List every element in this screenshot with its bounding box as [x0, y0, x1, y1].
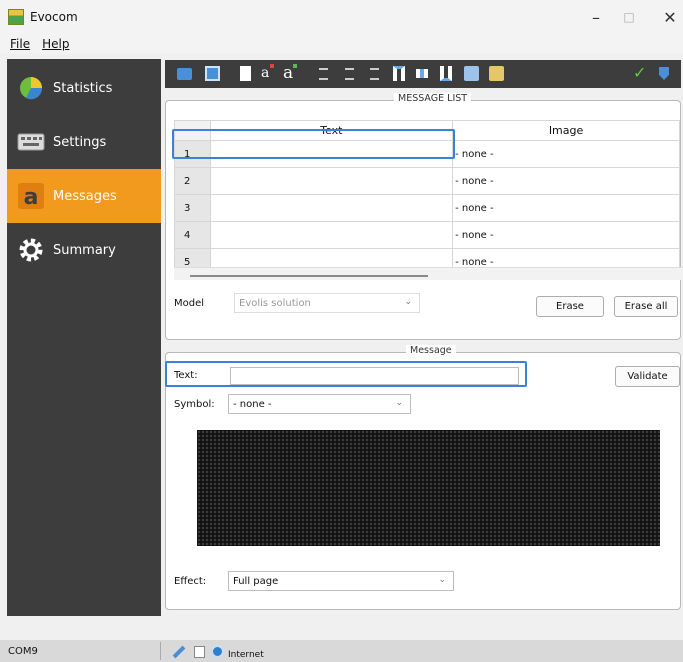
- sidebar-item-statistics[interactable]: Statistics: [7, 61, 161, 115]
- window-title: Evocom: [30, 10, 78, 24]
- sidebar-item-label: Summary: [53, 242, 116, 258]
- symbol-select-value: - none -: [233, 398, 272, 410]
- valign-bottom-icon[interactable]: [440, 66, 452, 81]
- pen-icon: [172, 645, 186, 658]
- row-text-cell[interactable]: [209, 167, 454, 195]
- font-increase-marker: [293, 64, 297, 68]
- message-list-legend: MESSAGE LIST: [394, 93, 472, 104]
- row-number: 3: [174, 194, 211, 222]
- effect-select[interactable]: Full page ⌄: [228, 571, 454, 591]
- effect-select-value: Full page: [233, 575, 279, 587]
- document-icon: [194, 645, 205, 658]
- toolbar: a a ✓: [165, 60, 681, 88]
- message-legend: Message: [406, 345, 456, 356]
- menu-file[interactable]: File: [10, 37, 30, 51]
- align-left-icon[interactable]: [319, 68, 328, 80]
- close-button[interactable]: ✕: [650, 0, 683, 34]
- table-row[interactable]: 4 - none -: [174, 221, 680, 249]
- sidebar-item-label: Statistics: [53, 80, 113, 96]
- valign-top-icon[interactable]: [393, 66, 405, 81]
- chevron-down-icon: ⌄: [404, 297, 412, 307]
- font-decrease-marker: [270, 64, 274, 68]
- status-separator: [160, 642, 161, 660]
- symbol-label: Symbol:: [174, 399, 215, 410]
- led-display-preview: [197, 430, 660, 546]
- font-large-icon[interactable]: a: [283, 63, 293, 83]
- symbol-select[interactable]: - none - ⌄: [228, 394, 411, 414]
- text-input-highlight: [165, 361, 527, 387]
- save-icon[interactable]: [205, 66, 220, 81]
- gear-icon: [17, 237, 45, 263]
- table-row[interactable]: 2 - none -: [174, 167, 680, 195]
- row-number: 4: [174, 221, 211, 249]
- erase-all-button[interactable]: Erase all: [614, 296, 678, 317]
- sidebar-item-label: Settings: [53, 134, 107, 150]
- open-folder-icon[interactable]: [177, 68, 192, 80]
- maximize-button[interactable]: □: [609, 0, 649, 34]
- status-bar: COM9 Internet: [0, 640, 683, 662]
- title-bar: Evocom – □ ✕: [0, 0, 683, 34]
- row-image-cell[interactable]: - none -: [452, 221, 680, 249]
- globe-icon: [211, 645, 224, 658]
- svg-text:a: a: [24, 185, 39, 209]
- image-add-icon[interactable]: [464, 66, 479, 81]
- validate-button[interactable]: Validate: [615, 366, 680, 387]
- menu-bar: File Help: [0, 34, 683, 54]
- row-image-cell[interactable]: - none -: [452, 140, 680, 168]
- app-logo-icon: [8, 9, 24, 25]
- download-icon[interactable]: [659, 67, 669, 80]
- image-edit-icon[interactable]: [489, 66, 504, 81]
- row-image-cell[interactable]: - none -: [452, 194, 680, 222]
- font-small-icon[interactable]: a: [261, 63, 269, 83]
- letter-a-icon: a: [17, 183, 45, 209]
- page-icon[interactable]: [240, 66, 251, 81]
- internet-status: Internet: [228, 649, 264, 660]
- valign-middle-icon[interactable]: [416, 69, 428, 78]
- keyboard-icon: [17, 129, 45, 155]
- selected-row-highlight: [172, 129, 455, 159]
- chevron-down-icon: ⌄: [395, 398, 403, 408]
- model-select-value: Evolis solution: [239, 297, 311, 309]
- status-icons: Internet: [172, 645, 264, 660]
- row-text-cell[interactable]: [209, 221, 454, 249]
- sidebar-item-label: Messages: [53, 188, 117, 204]
- menu-help[interactable]: Help: [42, 37, 69, 51]
- check-icon[interactable]: ✓: [633, 63, 646, 83]
- effect-label: Effect:: [174, 576, 207, 587]
- port-status: COM9: [8, 645, 38, 657]
- row-number: 2: [174, 167, 211, 195]
- horizontal-scrollbar-track[interactable]: [174, 267, 683, 280]
- erase-button[interactable]: Erase: [536, 296, 604, 317]
- sidebar-item-summary[interactable]: Summary: [7, 223, 161, 277]
- pie-chart-icon: [17, 75, 45, 101]
- sidebar: Statistics Settings a Messages Summary: [7, 59, 161, 616]
- chevron-down-icon: ⌄: [438, 575, 446, 585]
- align-right-icon[interactable]: [370, 68, 379, 80]
- sidebar-item-settings[interactable]: Settings: [7, 115, 161, 169]
- row-image-cell[interactable]: - none -: [452, 167, 680, 195]
- table-row[interactable]: 3 - none -: [174, 194, 680, 222]
- column-header-image: Image: [452, 120, 680, 141]
- horizontal-scrollbar-thumb[interactable]: [190, 275, 428, 277]
- model-select[interactable]: Evolis solution ⌄: [234, 293, 420, 313]
- sidebar-item-messages[interactable]: a Messages: [7, 169, 161, 223]
- model-label: Model: [174, 298, 205, 309]
- row-text-cell[interactable]: [209, 194, 454, 222]
- align-center-icon[interactable]: [345, 68, 354, 80]
